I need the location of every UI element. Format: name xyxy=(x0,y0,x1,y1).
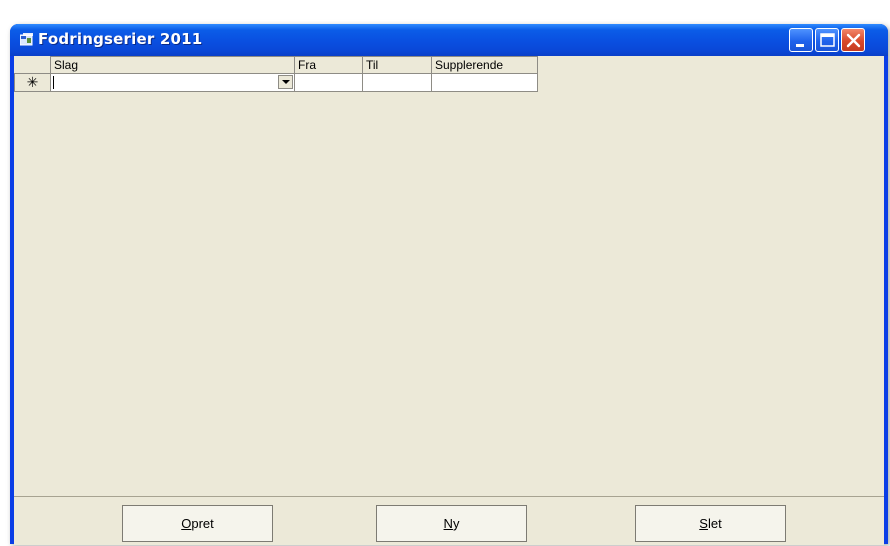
slet-label: let xyxy=(707,516,722,531)
grid-new-row: ✳ xyxy=(14,73,538,92)
slag-cell[interactable] xyxy=(50,73,295,92)
column-header-fra[interactable]: Fra xyxy=(294,56,363,74)
dropdown-arrow-icon xyxy=(282,80,290,84)
data-grid: Slag Fra Til Supplerende ✳ xyxy=(14,56,538,92)
column-header-til[interactable]: Til xyxy=(362,56,432,74)
window-client-area: Slag Fra Til Supplerende ✳ Opret Ny Slet xyxy=(14,56,884,545)
slet-button[interactable]: Slet xyxy=(635,505,786,542)
opret-button[interactable]: Opret xyxy=(122,505,273,542)
opret-label: pret xyxy=(191,516,214,531)
column-header-supplerende[interactable]: Supplerende xyxy=(431,56,538,74)
ny-button[interactable]: Ny xyxy=(376,505,527,542)
ny-accel: N xyxy=(443,516,453,531)
fra-cell[interactable] xyxy=(294,73,363,92)
app-window-icon xyxy=(20,33,33,46)
opret-accel: O xyxy=(181,516,192,531)
ny-label: y xyxy=(452,516,460,531)
window-title: Fodringserier 2011 xyxy=(38,30,203,48)
column-header-slag[interactable]: Slag xyxy=(50,56,295,74)
maximize-icon xyxy=(820,33,835,47)
close-icon xyxy=(846,33,861,48)
app-window: Fodringserier 2011 Slag Fra Til Supplere… xyxy=(10,24,888,545)
maximize-button[interactable] xyxy=(815,28,839,52)
minimize-icon xyxy=(796,44,804,47)
close-button[interactable] xyxy=(841,28,865,52)
supplerende-cell[interactable] xyxy=(431,73,538,92)
slet-accel: S xyxy=(699,516,708,531)
slag-dropdown-button[interactable] xyxy=(278,75,293,89)
title-bar[interactable]: Fodringserier 2011 xyxy=(10,24,888,56)
text-caret xyxy=(53,76,54,89)
grid-corner xyxy=(14,56,51,74)
til-cell[interactable] xyxy=(362,73,432,92)
minimize-button[interactable] xyxy=(789,28,813,52)
grid-header-row: Slag Fra Til Supplerende xyxy=(14,56,538,74)
slag-combobox[interactable] xyxy=(51,74,294,91)
button-bar: Opret Ny Slet xyxy=(14,496,884,545)
new-row-marker[interactable]: ✳ xyxy=(14,73,51,92)
